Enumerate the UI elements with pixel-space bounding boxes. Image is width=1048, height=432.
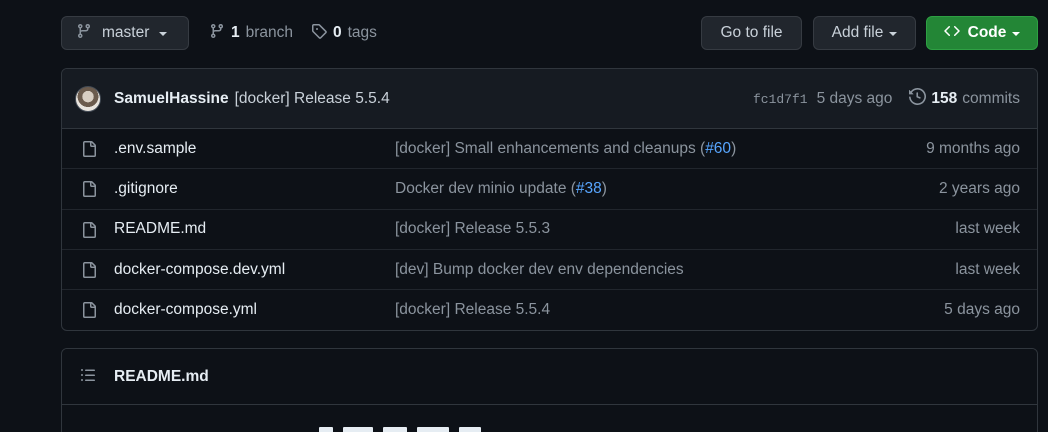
readme-panel: README.md (61, 348, 1038, 432)
add-file-label: Add file (831, 24, 884, 41)
add-file-button[interactable]: Add file (813, 16, 916, 50)
file-name[interactable]: .env.sample (114, 140, 196, 158)
tag-icon (311, 23, 333, 44)
file-icon (81, 181, 97, 201)
go-to-file-button[interactable]: Go to file (701, 16, 802, 50)
pr-link[interactable]: #38 (576, 180, 602, 197)
git-branch-icon (209, 23, 231, 44)
go-to-file-label: Go to file (720, 24, 783, 41)
branches-count: 1 (231, 24, 240, 41)
tags-label: tags (347, 24, 377, 41)
file-row: docker-compose.dev.yml [dev] Bump docker… (62, 250, 1037, 291)
file-commit-message[interactable]: [docker] Small enhancements and cleanups… (395, 140, 736, 158)
file-browser: SamuelHassine [docker] Release 5.5.4 fc1… (61, 68, 1038, 331)
file-icon (81, 302, 97, 322)
commit-author[interactable]: SamuelHassine (114, 90, 229, 108)
readme-content (62, 405, 1037, 432)
file-list: .env.sample [docker] Small enhancements … (62, 129, 1037, 330)
commits-link[interactable]: 158 commits (909, 87, 1020, 110)
readme-header: README.md (62, 349, 1037, 405)
latest-commit-bar: SamuelHassine [docker] Release 5.5.4 fc1… (62, 69, 1037, 129)
file-icon (81, 261, 97, 282)
branch-select-label: master (102, 24, 150, 41)
file-date: last week (955, 220, 1020, 238)
commits-label: commits (962, 90, 1020, 107)
tags-link[interactable]: 0 tags (311, 16, 377, 50)
commit-message[interactable]: [docker] Release 5.5.4 (235, 90, 390, 108)
file-row: .env.sample [docker] Small enhancements … (62, 129, 1037, 170)
commit-sha[interactable]: fc1d7f1 (753, 92, 808, 107)
commit-meta: fc1d7f1 5 days ago 158 commits (753, 69, 1020, 129)
pr-link[interactable]: #60 (705, 140, 731, 157)
readme-heading-partial (319, 427, 481, 432)
file-name[interactable]: README.md (114, 220, 206, 238)
file-date: 9 months ago (926, 139, 1020, 157)
list-unordered-icon[interactable] (80, 367, 114, 387)
chevron-down-icon (1012, 32, 1021, 36)
commit-age: 5 days ago (816, 90, 893, 107)
tags-count: 0 (333, 24, 342, 41)
file-date: 5 days ago (944, 301, 1020, 319)
file-row: .gitignore Docker dev minio update (#38)… (62, 169, 1037, 210)
file-icon (81, 221, 97, 242)
file-row: README.md [docker] Release 5.5.3 last we… (62, 210, 1037, 250)
file-date: 2 years ago (939, 179, 1020, 197)
file-name[interactable]: .gitignore (114, 180, 178, 198)
file-commit-message[interactable]: [dev] Bump docker dev env dependencies (395, 261, 684, 279)
history-icon (909, 87, 931, 110)
commits-count: 158 (931, 90, 958, 107)
avatar[interactable] (75, 85, 101, 112)
file-icon (81, 141, 97, 161)
chevron-down-icon (159, 32, 168, 36)
git-branch-icon (76, 23, 102, 44)
file-commit-message[interactable]: [docker] Release 5.5.4 (395, 301, 550, 319)
branches-link[interactable]: 1 branch (209, 16, 293, 50)
file-commit-message[interactable]: Docker dev minio update (#38) (395, 180, 607, 198)
chevron-down-icon (889, 32, 898, 36)
file-date: last week (955, 260, 1020, 278)
file-commit-message[interactable]: [docker] Release 5.5.3 (395, 220, 550, 238)
code-label: Code (967, 24, 1007, 41)
readme-title[interactable]: README.md (114, 368, 209, 386)
branches-label: branch (245, 24, 294, 41)
file-row: docker-compose.yml [docker] Release 5.5.… (62, 290, 1037, 330)
code-button[interactable]: Code (926, 16, 1038, 50)
branch-select-button[interactable]: master (61, 16, 189, 50)
repo-toolbar: master 1 branch 0 tags Go to file Add fi… (61, 16, 1038, 50)
file-name[interactable]: docker-compose.yml (114, 301, 257, 319)
file-name[interactable]: docker-compose.dev.yml (114, 261, 285, 279)
code-icon (943, 23, 968, 44)
